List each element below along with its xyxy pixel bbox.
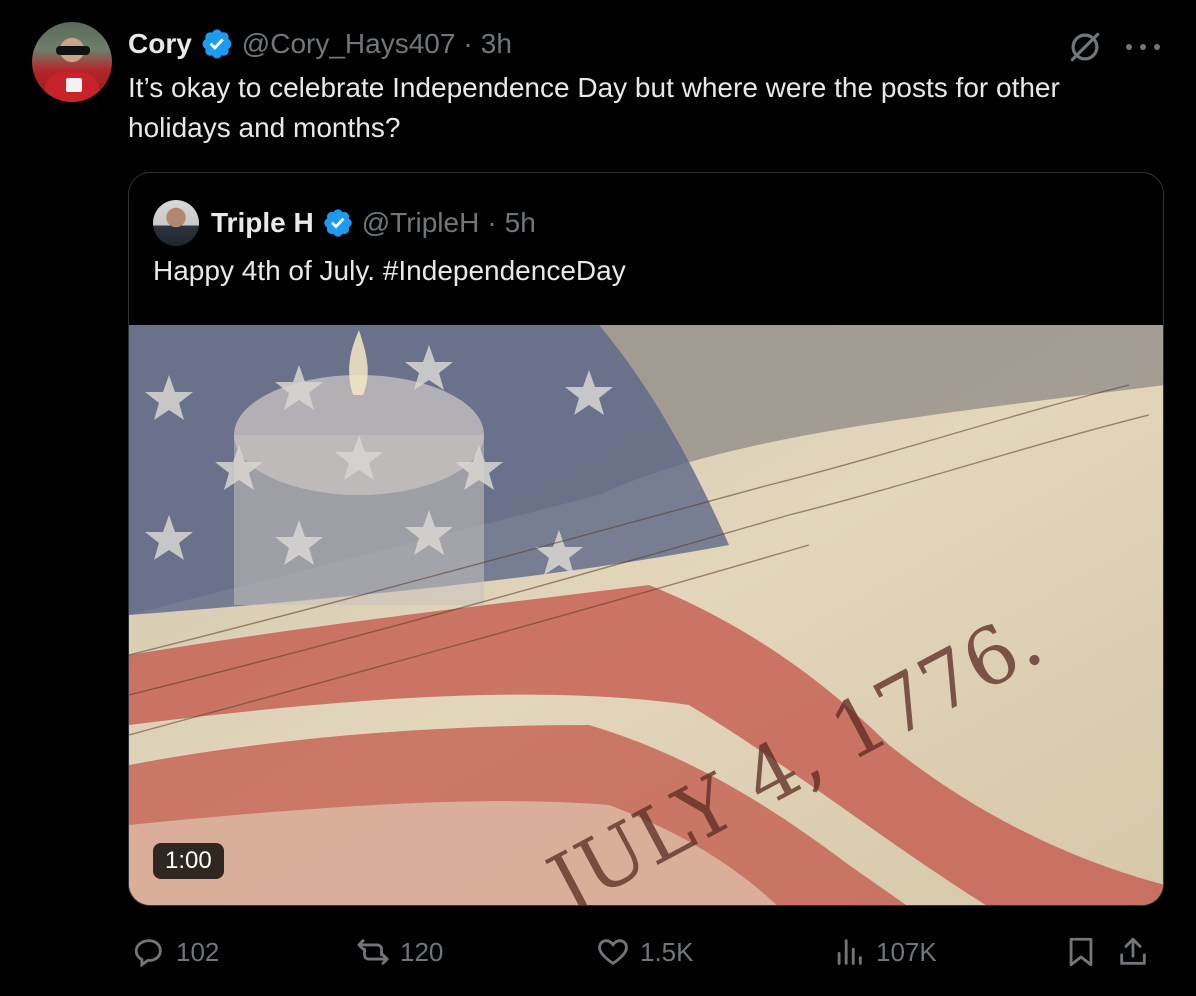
share-icon [1120, 937, 1146, 965]
share-button[interactable] [1116, 930, 1150, 974]
video-duration: 1:00 [153, 843, 224, 879]
quoted-timestamp[interactable]: 5h [505, 207, 536, 239]
verified-badge-icon [202, 29, 232, 59]
views-count: 107K [876, 936, 937, 967]
grok-icon[interactable] [1066, 28, 1104, 66]
tweet-timestamp[interactable]: 3h [481, 28, 512, 60]
quoted-text: Happy 4th of July. #IndependenceDay [153, 255, 626, 286]
bookmark-icon [1069, 937, 1093, 967]
video-thumbnail: JULY 4, 1776. [129, 325, 1163, 905]
quoted-tweet[interactable]: Triple H @TripleH · 5h Happy 4th of July… [128, 172, 1164, 906]
reply-icon [134, 939, 162, 968]
quoted-author-handle[interactable]: @TripleH [362, 207, 480, 239]
repost-button[interactable]: 120 [356, 930, 443, 974]
author-avatar[interactable] [32, 22, 112, 102]
tweet[interactable]: Cory @Cory_Hays407 · 3h It’s okay to cel… [0, 0, 1196, 996]
views-icon [837, 939, 862, 965]
separator-dot: · [487, 207, 497, 238]
tweet-text: It’s okay to celebrate Independence Day … [128, 72, 1060, 143]
more-icon[interactable] [1126, 42, 1160, 52]
quoted-header: Triple H @TripleH · 5h [153, 200, 536, 246]
author-name[interactable]: Cory [128, 28, 192, 60]
author-handle[interactable]: @Cory_Hays407 [242, 28, 456, 60]
like-count: 1.5K [640, 936, 694, 967]
tweet-actions: 102 120 1.5K 107K [128, 930, 1164, 974]
heart-icon [598, 939, 628, 965]
video-player[interactable]: JULY 4, 1776. 1:00 [129, 325, 1163, 905]
verified-badge-icon [324, 209, 352, 237]
quoted-author-avatar[interactable] [153, 200, 199, 246]
quoted-author-name[interactable]: Triple H [211, 207, 314, 239]
like-button[interactable]: 1.5K [596, 930, 694, 974]
reply-count: 102 [176, 936, 220, 967]
separator-dot: · [463, 28, 473, 59]
reply-button[interactable]: 102 [132, 930, 219, 974]
tweet-top-actions [1066, 28, 1160, 66]
tweet-header: Cory @Cory_Hays407 · 3h [128, 26, 512, 62]
views-button[interactable]: 107K [832, 930, 937, 974]
repost-icon [357, 939, 389, 965]
bookmark-button[interactable] [1064, 930, 1098, 974]
repost-count: 120 [400, 936, 444, 967]
